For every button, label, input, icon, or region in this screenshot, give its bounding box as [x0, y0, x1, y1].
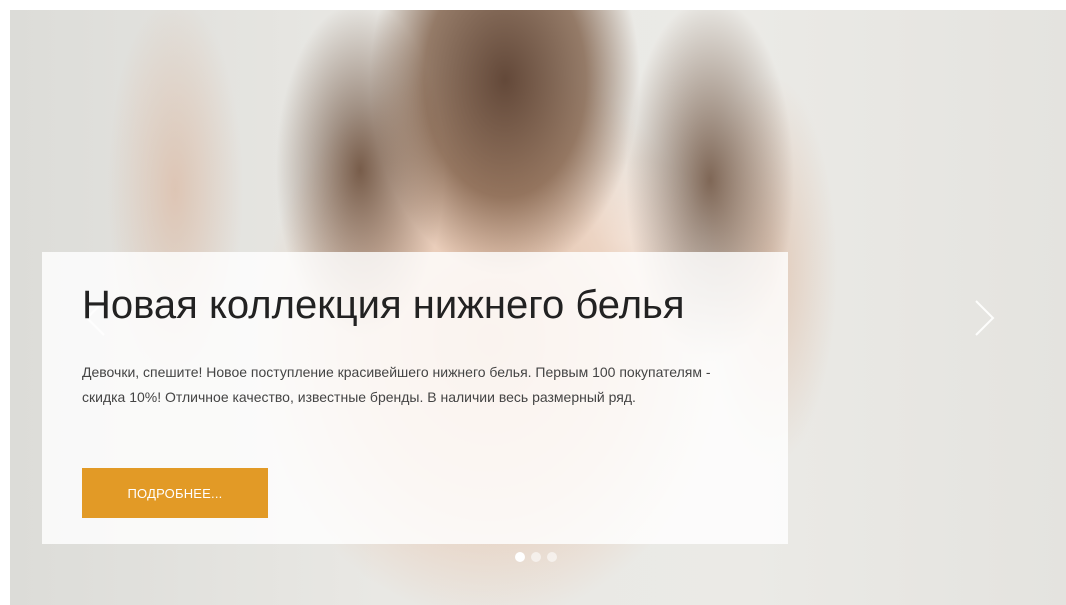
more-button[interactable]: ПОДРОБНЕЕ... [82, 468, 268, 518]
hero-slider: Новая коллекция нижнего белья Девочки, с… [10, 10, 1066, 605]
chevron-right-icon [975, 300, 995, 336]
slider-next-button[interactable] [970, 298, 1000, 338]
slide-title: Новая коллекция нижнего белья [82, 283, 685, 327]
slider-pagination [515, 552, 557, 562]
pagination-dot-2[interactable] [531, 552, 541, 562]
pagination-dot-1[interactable] [515, 552, 525, 562]
pagination-dot-3[interactable] [547, 552, 557, 562]
slide-description: Девочки, спешите! Новое поступление крас… [82, 364, 711, 405]
slide-caption-box: Новая коллекция нижнего белья Девочки, с… [42, 252, 788, 544]
